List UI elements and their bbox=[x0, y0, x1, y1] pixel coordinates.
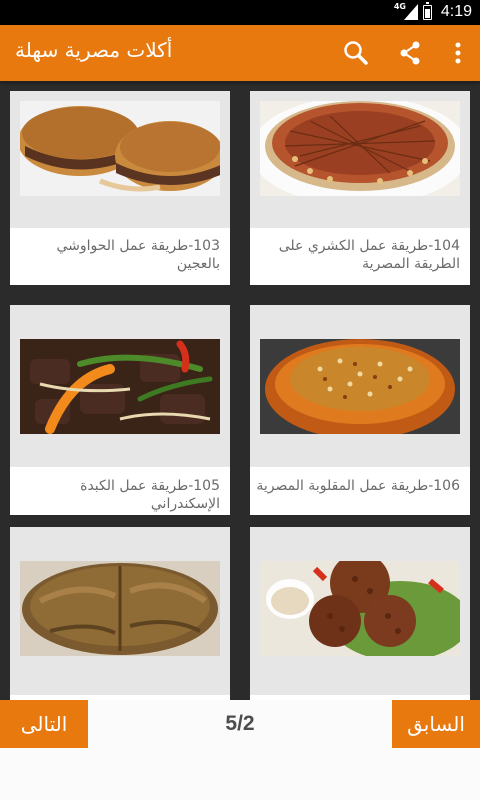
signal-icon bbox=[404, 4, 418, 20]
recipe-image-koshari bbox=[250, 91, 470, 228]
recipe-card[interactable] bbox=[250, 527, 470, 700]
recipe-title: 103-طريقة عمل الحواوشي بالعجين bbox=[56, 238, 220, 272]
recipe-title: 104-طريقة عمل الكشري على الطريقة المصرية bbox=[278, 238, 460, 272]
battery-icon bbox=[423, 2, 432, 20]
recipe-card[interactable]: 106-طريقة عمل المقلوبة المصرية bbox=[250, 305, 470, 515]
recipe-image-falafel bbox=[250, 527, 470, 695]
status-bar: 4G 4:19 bbox=[0, 0, 480, 25]
previous-button[interactable]: السابق bbox=[392, 700, 480, 748]
recipe-card[interactable]: 105-طريقة عمل الكبدة الإسكندراني bbox=[10, 305, 230, 515]
recipe-image-flatbread bbox=[10, 527, 230, 695]
recipe-image-hawawshi bbox=[10, 91, 230, 228]
app-title: أكلات مصرية سهلة bbox=[15, 38, 173, 62]
search-icon[interactable] bbox=[340, 37, 372, 69]
next-button[interactable]: التالى bbox=[0, 700, 88, 748]
share-icon[interactable] bbox=[394, 37, 426, 69]
page-indicator: 5/2 bbox=[225, 712, 255, 735]
recipe-image-liver bbox=[10, 305, 230, 467]
recipe-grid[interactable]: 103-طريقة عمل الحواوشي بالعجين 104-طريقة… bbox=[0, 81, 480, 700]
overflow-menu-icon[interactable] bbox=[442, 37, 474, 69]
recipe-title: 106-طريقة عمل المقلوبة المصرية bbox=[256, 478, 460, 494]
pagination-bar: التالى 5/2 السابق bbox=[0, 700, 480, 800]
recipe-card[interactable]: 104-طريقة عمل الكشري على الطريقة المصرية bbox=[250, 91, 470, 285]
recipe-card[interactable]: 103-طريقة عمل الحواوشي بالعجين bbox=[10, 91, 230, 285]
recipe-card[interactable] bbox=[10, 527, 230, 700]
recipe-title: 105-طريقة عمل الكبدة الإسكندراني bbox=[80, 478, 220, 512]
recipe-image-maqluba bbox=[250, 305, 470, 467]
clock: 4:19 bbox=[440, 3, 472, 20]
app-bar: أكلات مصرية سهلة bbox=[0, 25, 480, 81]
